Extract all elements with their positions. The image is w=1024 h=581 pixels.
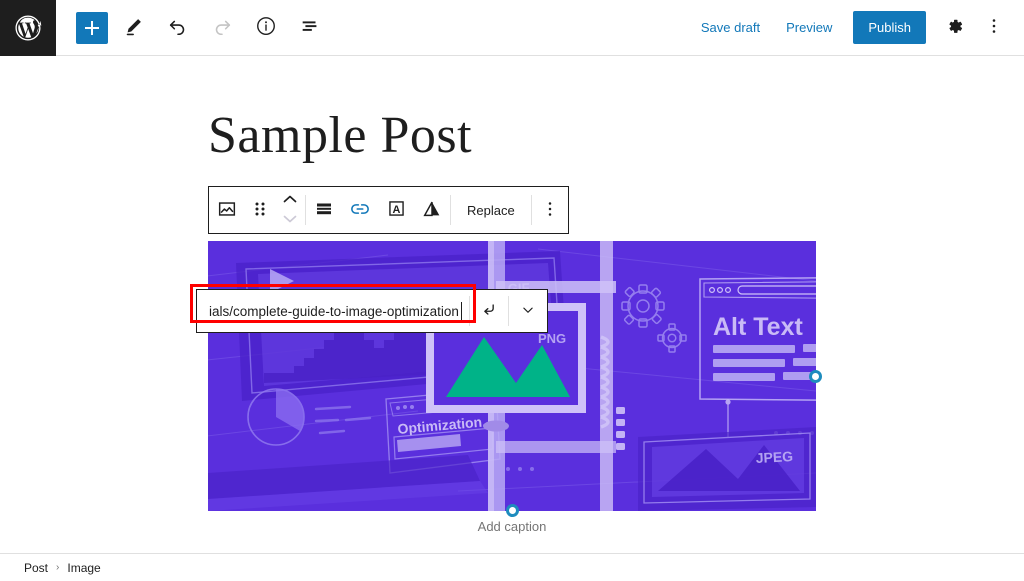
plus-icon (85, 21, 99, 35)
svg-text:A: A (392, 204, 400, 216)
vertical-ellipsis-icon (540, 199, 560, 222)
chevron-down-icon[interactable] (282, 211, 298, 229)
block-type-button[interactable] (209, 187, 245, 233)
preview-button[interactable]: Preview (775, 12, 843, 43)
list-view-icon (299, 15, 321, 40)
block-toolbar-group-format: A (306, 187, 450, 233)
svg-text:JPEG: JPEG (755, 448, 793, 466)
jpeg-screen: JPEG (638, 427, 816, 511)
resize-handle-bottom[interactable] (506, 504, 519, 517)
undo-button[interactable] (160, 10, 196, 46)
add-block-button[interactable] (76, 12, 108, 44)
gear-icon (944, 16, 965, 40)
enter-return-arrow-icon (479, 300, 499, 323)
link-url-input[interactable] (197, 290, 469, 332)
info-circle-icon (255, 15, 277, 40)
duotone-filter-button[interactable] (414, 187, 450, 233)
vertical-ellipsis-icon (984, 16, 1004, 39)
replace-button[interactable]: Replace (451, 187, 531, 233)
breadcrumb-separator-icon: › (56, 562, 59, 573)
link-settings-toggle-button[interactable] (509, 290, 547, 332)
add-text-over-image-button[interactable]: A (378, 187, 414, 233)
drag-handle-button[interactable] (245, 187, 275, 233)
link-icon (349, 198, 371, 223)
wordpress-block-editor: Save draft Preview Publish (0, 0, 1024, 581)
block-mover (275, 187, 305, 233)
header-left-toolbar (56, 10, 328, 46)
resize-handle-right[interactable] (809, 370, 822, 383)
drag-handle-icon (252, 200, 268, 221)
list-view-button[interactable] (292, 10, 328, 46)
settings-button[interactable] (936, 10, 972, 46)
align-button[interactable] (306, 187, 342, 233)
more-options-button[interactable] (976, 10, 1012, 46)
duotone-filter-icon (421, 198, 443, 223)
block-toolbar-group-block (209, 187, 305, 233)
add-text-over-image-icon: A (386, 198, 407, 222)
redo-button[interactable] (204, 10, 240, 46)
undo-arrow-icon (167, 15, 189, 40)
link-url-popover (196, 289, 548, 333)
image-caption-placeholder[interactable]: Add caption (208, 519, 816, 534)
wordpress-logo-button[interactable] (0, 0, 56, 56)
breadcrumb: Post › Image (0, 553, 1024, 581)
chevron-up-icon[interactable] (282, 192, 298, 210)
header-right-actions: Save draft Preview Publish (690, 10, 1024, 46)
block-toolbar: A Replace (208, 186, 569, 234)
page-title[interactable]: Sample Post (208, 106, 472, 165)
editor-canvas: Sample Post (0, 56, 1024, 553)
block-more-options-button[interactable] (532, 187, 568, 233)
align-center-icon (314, 199, 334, 222)
pencil-edit-icon (123, 15, 145, 40)
chevron-down-icon (519, 301, 537, 322)
svg-text:PNG: PNG (538, 331, 566, 346)
breadcrumb-item-image[interactable]: Image (67, 561, 100, 575)
image-block-icon (216, 198, 238, 223)
apply-link-button[interactable] (470, 290, 508, 332)
editor-header: Save draft Preview Publish (0, 0, 1024, 56)
redo-arrow-icon (211, 15, 233, 40)
link-button[interactable] (342, 187, 378, 233)
text-caret (461, 302, 462, 320)
breadcrumb-item-post[interactable]: Post (24, 561, 48, 575)
tools-mode-button[interactable] (116, 10, 152, 46)
svg-text:Alt Text: Alt Text (713, 313, 803, 341)
image-block[interactable]: GIF (208, 241, 816, 511)
illustration-svg: GIF (208, 241, 816, 511)
details-info-button[interactable] (248, 10, 284, 46)
save-draft-button[interactable]: Save draft (690, 12, 771, 43)
image-optimization-illustration: GIF (208, 241, 816, 511)
publish-button[interactable]: Publish (853, 11, 926, 44)
wordpress-logo-icon (13, 13, 43, 43)
